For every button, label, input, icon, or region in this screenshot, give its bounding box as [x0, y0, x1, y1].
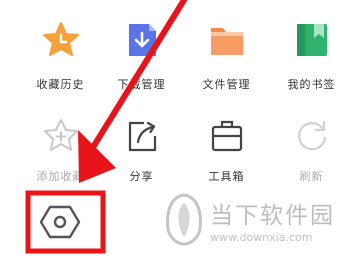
menu-item-label: 分享 [129, 170, 154, 183]
menu-item-toolbox[interactable]: 工具箱 [183, 0, 270, 183]
menu-item-refresh[interactable]: 刷新 [268, 0, 348, 183]
toolbox-icon [211, 120, 242, 152]
refresh-icon [297, 120, 326, 151]
menu-item-add-favorite[interactable]: 添加收藏 [17, 0, 104, 183]
watermark-title: 当下软件园 [210, 203, 335, 229]
hexagon-settings-icon [39, 205, 81, 239]
settings-button[interactable] [24, 191, 104, 254]
watermark-url: www.downxia.com [210, 231, 313, 244]
menu-item-label: 刷新 [299, 170, 324, 183]
watermark-logo-icon [166, 193, 202, 246]
menu-item-share[interactable]: 分享 [98, 0, 185, 183]
menu-item-label: 工具箱 [208, 170, 245, 183]
share-icon [128, 121, 156, 152]
menu-item-label: 添加收藏 [36, 170, 85, 183]
watermark: 当下软件园 www.downxia.com [162, 191, 335, 247]
star-plus-icon [43, 119, 78, 151]
